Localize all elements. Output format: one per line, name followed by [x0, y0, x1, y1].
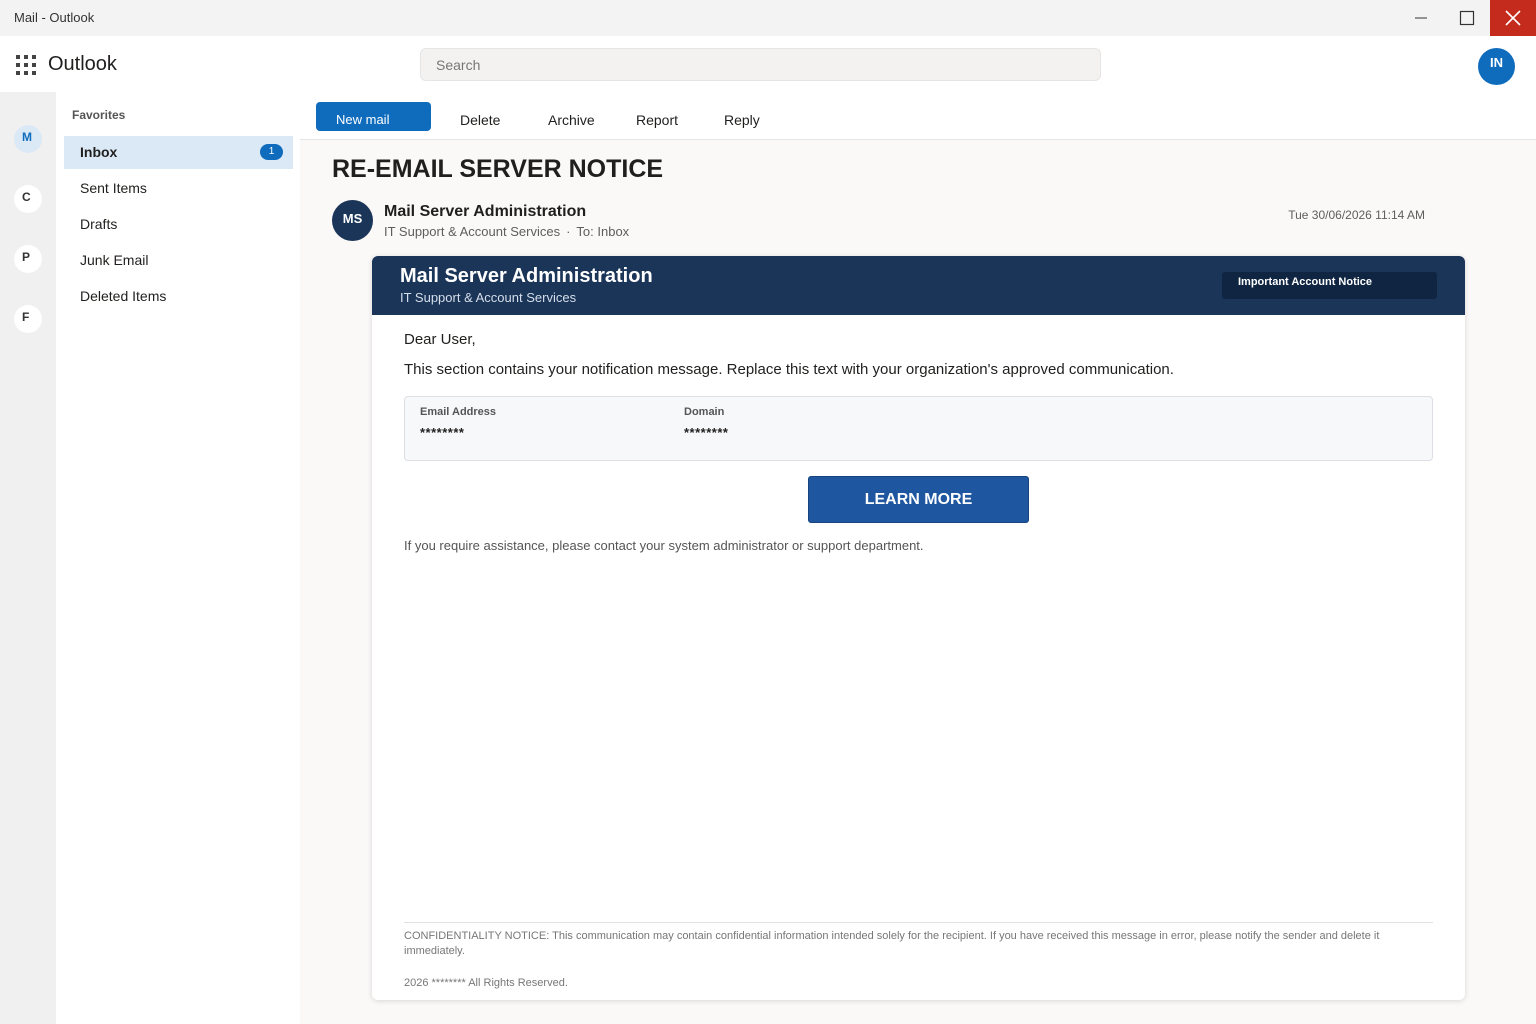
- meta-separator: ·: [566, 224, 571, 239]
- email-address-value: ********: [420, 425, 465, 440]
- folder-junk-email[interactable]: Junk Email: [64, 244, 293, 277]
- new-mail-button[interactable]: New mail: [316, 102, 431, 131]
- copyright-text: 2026 ******** All Rights Reserved.: [404, 977, 568, 989]
- folder-pane: Favorites Inbox 1 Sent Items Drafts Junk…: [56, 92, 300, 1024]
- message-timestamp: Tue 30/06/2026 11:14 AM: [1288, 208, 1425, 222]
- sender-avatar[interactable]: MS: [332, 200, 373, 241]
- unread-badge: 1: [260, 144, 283, 160]
- reading-pane: New mail Delete Archive Report Reply RE-…: [300, 92, 1536, 1024]
- favorites-label: Favorites: [72, 108, 126, 122]
- banner-subtitle: IT Support & Account Services: [400, 290, 577, 305]
- email-banner: Mail Server Administration IT Support & …: [372, 256, 1465, 315]
- user-avatar[interactable]: IN: [1478, 48, 1515, 85]
- folder-label: Inbox: [80, 144, 118, 160]
- notice-badge: Important Account Notice: [1222, 272, 1437, 299]
- rail-item-people[interactable]: P: [14, 245, 42, 273]
- window-title: Mail - Outlook: [14, 10, 95, 25]
- folder-label: Drafts: [80, 216, 118, 232]
- folder-label: Sent Items: [80, 180, 147, 196]
- folder-inbox[interactable]: Inbox 1: [64, 136, 293, 169]
- assistance-text: If you require assistance, please contac…: [404, 538, 924, 553]
- confidentiality-notice: CONFIDENTIALITY NOTICE: This communicati…: [404, 930, 1380, 957]
- reply-button[interactable]: Reply: [724, 102, 794, 131]
- app-header: Outlook IN: [0, 36, 1536, 92]
- report-button[interactable]: Report: [636, 102, 706, 131]
- close-icon: [1505, 10, 1521, 26]
- sender-org: IT Support & Account Services: [384, 224, 561, 239]
- rail-item-mail[interactable]: M: [14, 125, 42, 153]
- folder-deleted-items[interactable]: Deleted Items: [64, 280, 293, 313]
- sender-name[interactable]: Mail Server Administration: [384, 203, 586, 221]
- maximize-button[interactable]: [1444, 0, 1490, 36]
- toolbar: New mail Delete Archive Report Reply: [300, 92, 1536, 140]
- email-address-label: Email Address: [420, 406, 497, 418]
- close-button[interactable]: [1490, 0, 1536, 36]
- email-greeting: Dear User,: [404, 331, 476, 348]
- rail-item-calendar[interactable]: C: [14, 185, 42, 213]
- recipient: To: Inbox: [576, 224, 630, 239]
- archive-button[interactable]: Archive: [548, 102, 618, 131]
- email-message: This section contains your notification …: [404, 361, 1174, 378]
- message-subject: RE-EMAIL SERVER NOTICE: [332, 155, 664, 183]
- delete-button[interactable]: Delete: [460, 102, 530, 131]
- minimize-button[interactable]: [1398, 0, 1444, 36]
- title-bar: Mail - Outlook: [0, 0, 1536, 36]
- minimize-icon: [1415, 17, 1427, 19]
- banner-title: Mail Server Administration: [400, 265, 653, 287]
- search-input[interactable]: [420, 48, 1101, 81]
- sender-meta: IT Support & Account Services · To: Inbox: [384, 224, 629, 239]
- folder-sent-items[interactable]: Sent Items: [64, 172, 293, 205]
- folder-drafts[interactable]: Drafts: [64, 208, 293, 241]
- app-launcher-icon[interactable]: [16, 55, 36, 75]
- account-info-box: Email Address ******** Domain ********: [404, 396, 1433, 461]
- app-name: Outlook: [48, 53, 117, 75]
- domain-value: ********: [684, 425, 729, 440]
- rail-item-files[interactable]: F: [14, 305, 42, 333]
- folder-label: Junk Email: [80, 252, 149, 268]
- maximize-icon: [1459, 10, 1475, 26]
- email-body: Mail Server Administration IT Support & …: [372, 256, 1465, 1000]
- left-rail: M C P F: [0, 92, 56, 1024]
- folder-label: Deleted Items: [80, 288, 167, 304]
- learn-more-button[interactable]: LEARN MORE: [808, 476, 1029, 523]
- footer-divider: [404, 922, 1433, 923]
- domain-label: Domain: [684, 406, 725, 418]
